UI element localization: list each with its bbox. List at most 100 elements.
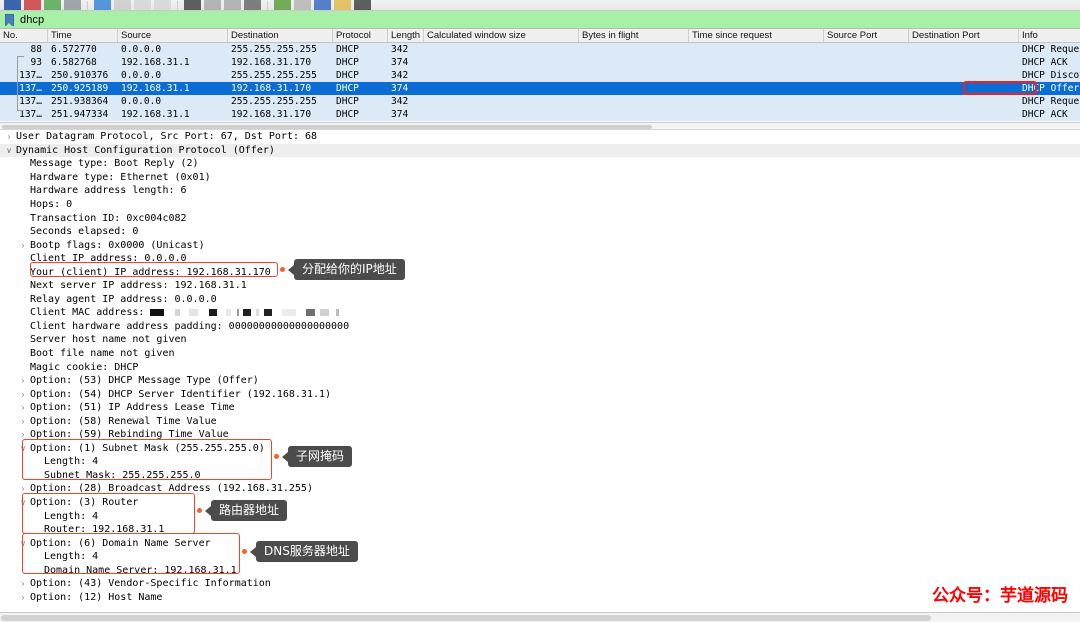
find-packet-icon[interactable] <box>184 0 201 10</box>
close-file-icon[interactable] <box>134 0 151 10</box>
resize-columns-icon[interactable] <box>354 0 371 10</box>
chevron-right-icon[interactable] <box>18 430 28 439</box>
packet-list-column-header[interactable]: Info <box>1019 29 1080 42</box>
detail-tree-row[interactable]: Router: 192.168.31.1 <box>0 523 1080 537</box>
detail-tree-row[interactable]: Bootp flags: 0x0000 (Unicast) <box>0 238 1080 252</box>
detail-tree-row[interactable]: User Datagram Protocol, Src Port: 67, Ds… <box>0 130 1080 144</box>
detail-tree-row[interactable]: Client MAC address: <box>0 306 1080 320</box>
chevron-right-icon[interactable] <box>18 579 28 588</box>
detail-tree-row[interactable]: Option: (43) Vendor-Specific Information <box>0 577 1080 591</box>
restart-capture-icon[interactable] <box>44 0 61 10</box>
autoscroll-icon[interactable] <box>274 0 291 10</box>
detail-tree-row[interactable]: Option: (6) Domain Name Server <box>0 536 1080 550</box>
go-forward-icon[interactable] <box>224 0 241 10</box>
table-row[interactable]: 137… 251.947334 192.168.31.1 192.168.31.170… <box>0 108 1080 121</box>
detail-tree-row[interactable]: Server host name not given <box>0 333 1080 347</box>
detail-tree-row[interactable]: Option: (3) Router <box>0 496 1080 510</box>
chevron-right-icon[interactable] <box>18 403 28 412</box>
zoom-in-icon[interactable] <box>314 0 331 10</box>
table-row[interactable]: 137… 250.925189 192.168.31.1 192.168.31.170… <box>0 82 1080 95</box>
pane-splitter[interactable] <box>0 122 1080 130</box>
open-file-icon[interactable] <box>94 0 111 10</box>
detail-tree-row[interactable]: Option: (54) DHCP Server Identifier (192… <box>0 387 1080 401</box>
detail-tree-row[interactable]: Domain Name Server: 192.168.31.1 <box>0 564 1080 578</box>
table-row[interactable]: 93 6.582768 192.168.31.1 192.168.31.170 DHCP… <box>0 56 1080 69</box>
detail-tree-row[interactable]: Client IP address: 0.0.0.0 <box>0 252 1080 266</box>
chevron-right-icon[interactable] <box>4 132 14 141</box>
start-capture-icon[interactable] <box>4 0 21 10</box>
detail-tree-row[interactable]: Message type: Boot Reply (2) <box>0 157 1080 171</box>
detail-tree-row[interactable]: Transaction ID: 0xc004c082 <box>0 211 1080 225</box>
go-back-icon[interactable] <box>204 0 221 10</box>
bookmark-icon[interactable] <box>5 13 14 26</box>
detail-tree-label: Boot file name not given <box>30 348 175 360</box>
detail-tree-row[interactable]: Option: (51) IP Address Lease Time <box>0 401 1080 415</box>
packet-list-column-header[interactable]: Source Port <box>824 29 909 42</box>
packet-list[interactable]: No. Time Source Destination Protocol Length Ca… <box>0 29 1080 122</box>
table-row[interactable]: 137… 250.910376 0.0.0.0 255.255.255.255 DHCP… <box>0 69 1080 82</box>
chevron-down-icon[interactable] <box>18 498 28 507</box>
chevron-right-icon[interactable] <box>18 484 28 493</box>
detail-tree-row[interactable]: Hardware address length: 6 <box>0 184 1080 198</box>
detail-tree-row[interactable]: Your (client) IP address: 192.168.31.170 <box>0 265 1080 279</box>
packet-list-column-header[interactable]: Time <box>48 29 118 42</box>
detail-tree-row[interactable]: Hops: 0 <box>0 198 1080 212</box>
packet-list-column-header[interactable]: Source <box>118 29 228 42</box>
detail-tree-row[interactable]: Length: 4 <box>0 509 1080 523</box>
table-row[interactable]: 137… 251.938364 0.0.0.0 255.255.255.255 DHCP… <box>0 95 1080 108</box>
detail-tree-row[interactable]: Option: (58) Renewal Time Value <box>0 414 1080 428</box>
display-filter-input[interactable]: dhcp <box>20 11 44 29</box>
packet-list-column-header[interactable]: Destination <box>228 29 333 42</box>
detail-tree-row[interactable]: Option: (53) DHCP Message Type (Offer) <box>0 374 1080 388</box>
detail-tree-row[interactable]: Dynamic Host Configuration Protocol (Off… <box>0 143 1080 158</box>
chevron-right-icon[interactable] <box>18 417 28 426</box>
chevron-right-icon[interactable] <box>18 241 28 250</box>
detail-tree-row[interactable]: Relay agent IP address: 0.0.0.0 <box>0 293 1080 307</box>
packet-cell-time: 250.925189 <box>51 83 109 94</box>
detail-tree-row[interactable]: Subnet Mask: 255.255.255.0 <box>0 469 1080 483</box>
detail-tree-row[interactable]: Option: (28) Broadcast Address (192.168.… <box>0 482 1080 496</box>
packet-cell-time: 6.582768 <box>51 57 97 68</box>
go-to-packet-icon[interactable] <box>244 0 261 10</box>
packet-list-body[interactable]: 88 6.572770 0.0.0.0 255.255.255.255 DHCP 342 D… <box>0 43 1080 121</box>
packet-list-hscrollbar-thumb[interactable] <box>2 125 652 129</box>
packet-list-column-header[interactable]: Bytes in flight <box>579 29 689 42</box>
detail-tree-row[interactable]: Option: (1) Subnet Mask (255.255.255.0) <box>0 442 1080 456</box>
detail-tree-row[interactable]: Hardware type: Ethernet (0x01) <box>0 171 1080 185</box>
detail-tree-row[interactable]: Boot file name not given <box>0 347 1080 361</box>
chevron-right-icon[interactable] <box>18 390 28 399</box>
save-file-icon[interactable] <box>114 0 131 10</box>
chevron-down-icon[interactable] <box>4 146 14 155</box>
packet-list-column-header[interactable]: Protocol <box>333 29 388 42</box>
chevron-right-icon[interactable] <box>18 376 28 385</box>
detail-tree-row[interactable]: Next server IP address: 192.168.31.1 <box>0 279 1080 293</box>
detail-hscrollbar[interactable] <box>0 612 1080 622</box>
table-row[interactable]: 88 6.572770 0.0.0.0 255.255.255.255 DHCP 342 D… <box>0 43 1080 56</box>
capture-options-icon[interactable] <box>64 0 81 10</box>
chevron-down-icon[interactable] <box>18 444 28 453</box>
stop-capture-icon[interactable] <box>24 0 41 10</box>
detail-tree-row[interactable]: Option: (12) Host Name <box>0 591 1080 605</box>
chevron-down-icon[interactable] <box>18 539 28 548</box>
detail-tree-row[interactable]: Seconds elapsed: 0 <box>0 225 1080 239</box>
detail-tree-row[interactable]: Magic cookie: DHCP <box>0 360 1080 374</box>
display-filter-bar[interactable]: dhcp <box>0 11 1080 29</box>
detail-tree-row[interactable]: Length: 4 <box>0 455 1080 469</box>
packet-list-column-header[interactable]: No. <box>0 29 48 42</box>
packet-list-column-header[interactable]: Calculated window size <box>424 29 579 42</box>
chevron-right-icon[interactable] <box>18 593 28 602</box>
colorize-icon[interactable] <box>294 0 311 10</box>
packet-list-column-header[interactable]: Time since request <box>689 29 824 42</box>
detail-hscrollbar-thumb[interactable] <box>1 615 931 621</box>
packet-cell-length: 342 <box>391 70 409 81</box>
detail-tree-row[interactable]: Option: (59) Rebinding Time Value <box>0 428 1080 442</box>
detail-tree-label: Length: 4 <box>44 551 99 563</box>
packet-list-column-header[interactable]: Length <box>388 29 424 42</box>
zoom-out-icon[interactable] <box>334 0 351 10</box>
packet-list-column-header[interactable]: Destination Port <box>909 29 1019 42</box>
packet-detail-tree[interactable]: User Datagram Protocol, Src Port: 67, Ds… <box>0 130 1080 612</box>
reload-file-icon[interactable] <box>154 0 171 10</box>
detail-tree-row[interactable]: Length: 4 <box>0 550 1080 564</box>
detail-tree-row[interactable]: Client hardware address padding: 0000000… <box>0 320 1080 334</box>
packet-cell-source: 192.168.31.1 <box>121 109 190 120</box>
